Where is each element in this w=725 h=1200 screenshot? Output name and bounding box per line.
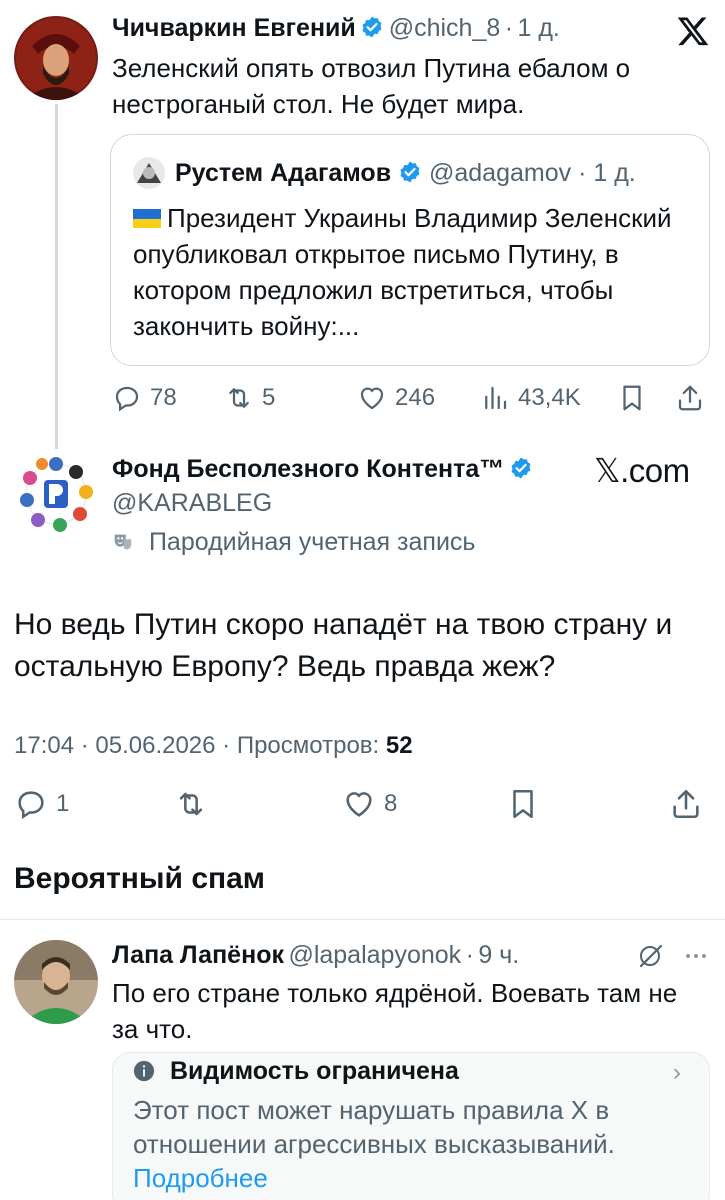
x-com-source-label: 𝕏.com <box>594 452 690 489</box>
reply-button[interactable]: 1 <box>14 784 69 824</box>
repost-button[interactable]: 5 <box>224 378 275 418</box>
learn-more-link[interactable]: Подробнее <box>133 1163 268 1193</box>
tweet1-action-bar: 78 5 246 43,4K <box>112 378 712 418</box>
reply-text: По его стране только ядрёной. Воевать та… <box>112 978 678 1044</box>
author-name[interactable]: Фонд Бесполезного Контента™ <box>112 455 504 483</box>
reply-button[interactable]: 78 <box>112 378 177 418</box>
thread-connector-line <box>55 104 58 449</box>
limited-visibility-title-text: Видимость ограничена <box>169 1057 459 1085</box>
share-button[interactable] <box>669 784 711 824</box>
verified-badge-icon <box>509 456 533 480</box>
repost-icon <box>179 792 203 816</box>
tweet2-header: Фонд Бесполезного Контента™ <box>112 455 533 484</box>
like-count: 246 <box>395 384 436 411</box>
quoted-tweet-body: Президент Украины Владимир Зеленский опу… <box>133 203 672 341</box>
more-options-icon[interactable] <box>686 954 706 958</box>
parody-label-text: Пародийная учетная запись <box>148 528 476 556</box>
tweet1-text: Зеленский опять отвозил Путина ебалом о … <box>112 53 631 119</box>
share-icon <box>673 789 699 819</box>
like-button[interactable]: 246 <box>357 378 435 418</box>
author-name[interactable]: Лапа Лапёнок <box>112 941 284 969</box>
bookmark-icon <box>513 789 533 819</box>
reply-count: 1 <box>56 790 70 817</box>
avatar-lapalapyonok[interactable] <box>14 940 98 1024</box>
quoted-tweet-card[interactable]: Рустем Адагамов @adagamov · 1 д. Президе… <box>110 134 710 366</box>
share-icon <box>678 385 702 411</box>
quoted-author-name[interactable]: Рустем Адагамов <box>175 159 391 187</box>
tweet2-text: Но ведь Путин скоро нападёт на твою стра… <box>14 608 673 683</box>
author-handle[interactable]: @lapalapyonok <box>288 941 461 969</box>
info-icon <box>133 1060 155 1082</box>
verified-badge-icon <box>398 160 422 184</box>
views-count: 52 <box>385 732 413 759</box>
heart-icon <box>346 792 372 817</box>
share-button[interactable] <box>675 378 713 418</box>
limited-visibility-title: Видимость ограничена <box>133 1057 459 1086</box>
author-name[interactable]: Чичваркин Евгений <box>112 14 356 42</box>
reply-icon <box>115 386 139 412</box>
views-count: 43,4K <box>518 384 581 411</box>
quoted-tweet-header: Рустем Адагамов @adagamov · 1 д. <box>175 159 636 187</box>
bookmark-icon <box>623 385 641 411</box>
like-button[interactable]: 8 <box>342 784 397 824</box>
x-logo-icon <box>676 14 710 48</box>
limited-visibility-text: Этот пост может нарушать правила X в отн… <box>133 1095 615 1159</box>
grok-icon[interactable] <box>639 944 663 968</box>
reply-icon <box>18 791 44 820</box>
tweet2-meta: 17:04 · 05.06.2026 · Просмотров: 52 <box>14 732 413 760</box>
quoted-tweet-time: 1 д. <box>593 159 636 187</box>
views-button[interactable]: 43,4K <box>480 378 581 418</box>
bookmark-button[interactable] <box>617 378 655 418</box>
tweet-time[interactable]: 1 д. <box>518 14 560 42</box>
author-handle[interactable]: @chich_8 <box>389 14 501 42</box>
section-divider <box>0 919 725 920</box>
reply-header: Лапа Лапёнок @lapalapyonok · 9 ч. <box>112 941 520 969</box>
avatar-adagamov[interactable] <box>133 157 165 189</box>
limited-visibility-body: Этот пост может нарушать правила X в отн… <box>133 1093 693 1195</box>
like-count: 8 <box>384 790 398 817</box>
author-handle[interactable]: @KARABLEG <box>112 489 272 518</box>
reply-time[interactable]: 9 ч. <box>478 941 519 969</box>
quoted-tweet-text: Президент Украины Владимир Зеленский опу… <box>133 200 693 344</box>
tweet2-action-bar: 1 8 <box>14 784 714 828</box>
masks-icon <box>114 534 132 550</box>
heart-icon <box>360 387 384 410</box>
ukraine-flag-icon <box>133 209 161 228</box>
views-chart-icon <box>485 386 507 410</box>
repost-button[interactable] <box>174 784 216 824</box>
chevron-right-icon[interactable]: › <box>673 1059 681 1087</box>
verified-badge-icon <box>360 15 384 39</box>
repost-count: 5 <box>262 384 276 411</box>
parody-account-label: Пародийная учетная запись <box>112 528 475 557</box>
reply-count: 78 <box>150 384 177 411</box>
limited-visibility-notice[interactable]: Видимость ограничена › Этот пост может н… <box>112 1052 710 1200</box>
avatar-karableg[interactable] <box>14 452 98 536</box>
probable-spam-heading: Вероятный спам <box>14 862 266 895</box>
avatar-chichvarkin[interactable] <box>14 16 98 100</box>
tweet1-header: Чичваркин Евгений @chich_8 · 1 д. <box>112 14 560 42</box>
quoted-author-handle[interactable]: @adagamov <box>429 159 571 187</box>
timestamp-and-views-label[interactable]: 17:04 · 05.06.2026 · Просмотров: <box>14 732 379 759</box>
reply-top-icons <box>636 940 716 972</box>
bookmark-button[interactable] <box>506 784 548 824</box>
repost-icon <box>229 388 249 408</box>
